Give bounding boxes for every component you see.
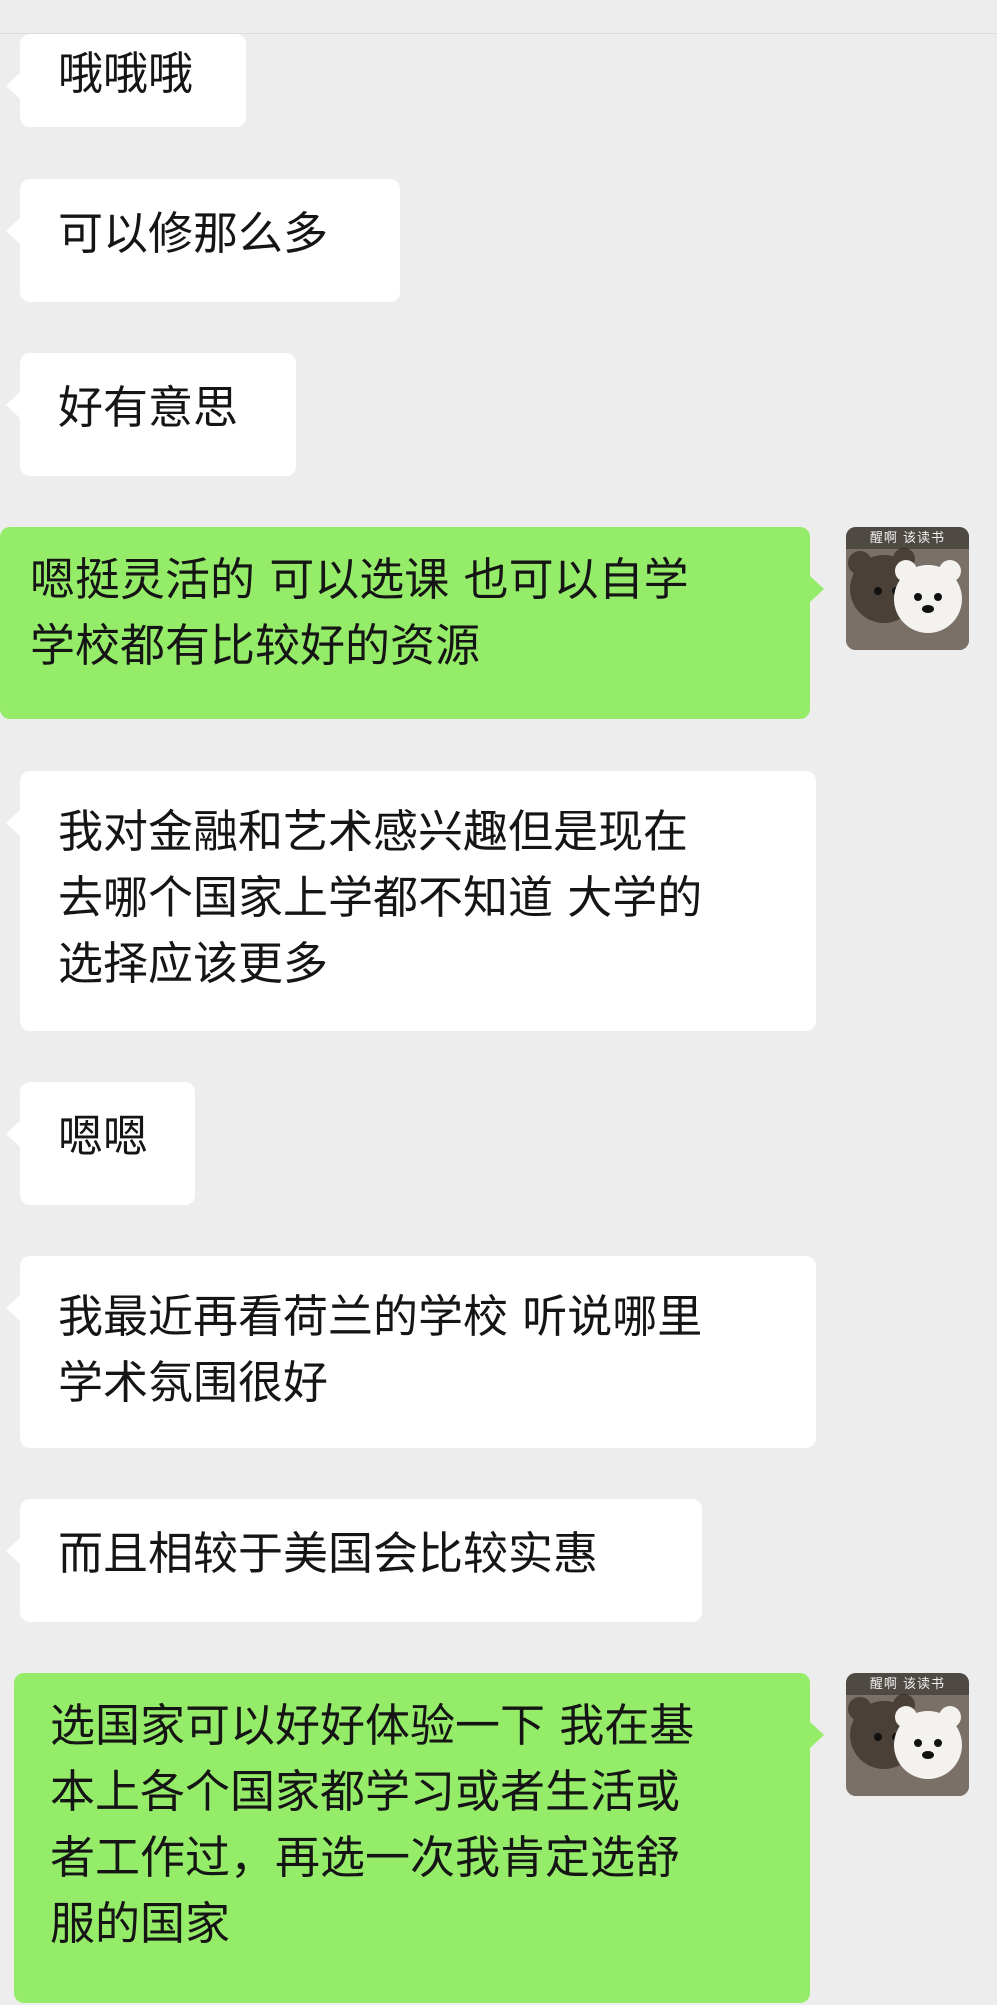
message-text: 我最近再看荷兰的学校 听说哪里	[58, 1290, 703, 1343]
message-text: 我对金融和艺术感兴趣但是现在	[58, 805, 689, 858]
message-text: 去哪个国家上学都不知道 大学的	[58, 871, 703, 924]
message-text: 者工作过，再选一次我肯定选舒	[50, 1831, 681, 1884]
message-text: 选国家可以好好体验一下 我在基	[50, 1699, 695, 1752]
top-divider	[0, 0, 997, 34]
avatar-caption: 醒啊 该读书	[869, 1677, 946, 1692]
message-bubble-outgoing[interactable]: 嗯挺灵活的 可以选课 也可以自学 学校都有比较好的资源	[0, 527, 824, 719]
message-text: 服的国家	[50, 1897, 231, 1950]
message-bubble-outgoing[interactable]: 选国家可以好好体验一下 我在基 本上各个国家都学习或者生活或 者工作过，再选一次…	[14, 1673, 824, 2003]
message-bubble-incoming[interactable]: 我对金融和艺术感兴趣但是现在 去哪个国家上学都不知道 大学的 选择应该更多	[6, 771, 816, 1031]
message-bubble-incoming[interactable]: 我最近再看荷兰的学校 听说哪里 学术氛围很好	[6, 1256, 816, 1448]
message-text: 可以修那么多	[58, 207, 329, 260]
message-text: 嗯挺灵活的 可以选课 也可以自学	[30, 553, 689, 606]
message-bubble-incoming[interactable]: 哦哦哦	[6, 34, 246, 127]
message-bubble-incoming[interactable]: 可以修那么多	[6, 179, 400, 302]
message-text: 本上各个国家都学习或者生活或	[50, 1765, 681, 1818]
user-avatar[interactable]: 醒啊 该读书	[846, 527, 969, 650]
message-bubble-incoming[interactable]: 嗯嗯	[6, 1082, 195, 1205]
message-text: 而且相较于美国会比较实惠	[58, 1527, 599, 1580]
message-text: 好有意思	[58, 381, 239, 434]
message-text: 选择应该更多	[58, 937, 329, 990]
message-bubble-incoming[interactable]: 好有意思	[6, 353, 296, 476]
avatar-caption: 醒啊 该读书	[869, 531, 946, 546]
message-text: 学校都有比较好的资源	[30, 619, 481, 672]
message-bubble-incoming[interactable]: 而且相较于美国会比较实惠	[6, 1499, 702, 1622]
message-text: 哦哦哦	[58, 47, 194, 100]
message-text: 嗯嗯	[58, 1110, 149, 1163]
user-avatar[interactable]: 醒啊 该读书	[846, 1673, 969, 1796]
message-text: 学术氛围很好	[58, 1356, 329, 1409]
